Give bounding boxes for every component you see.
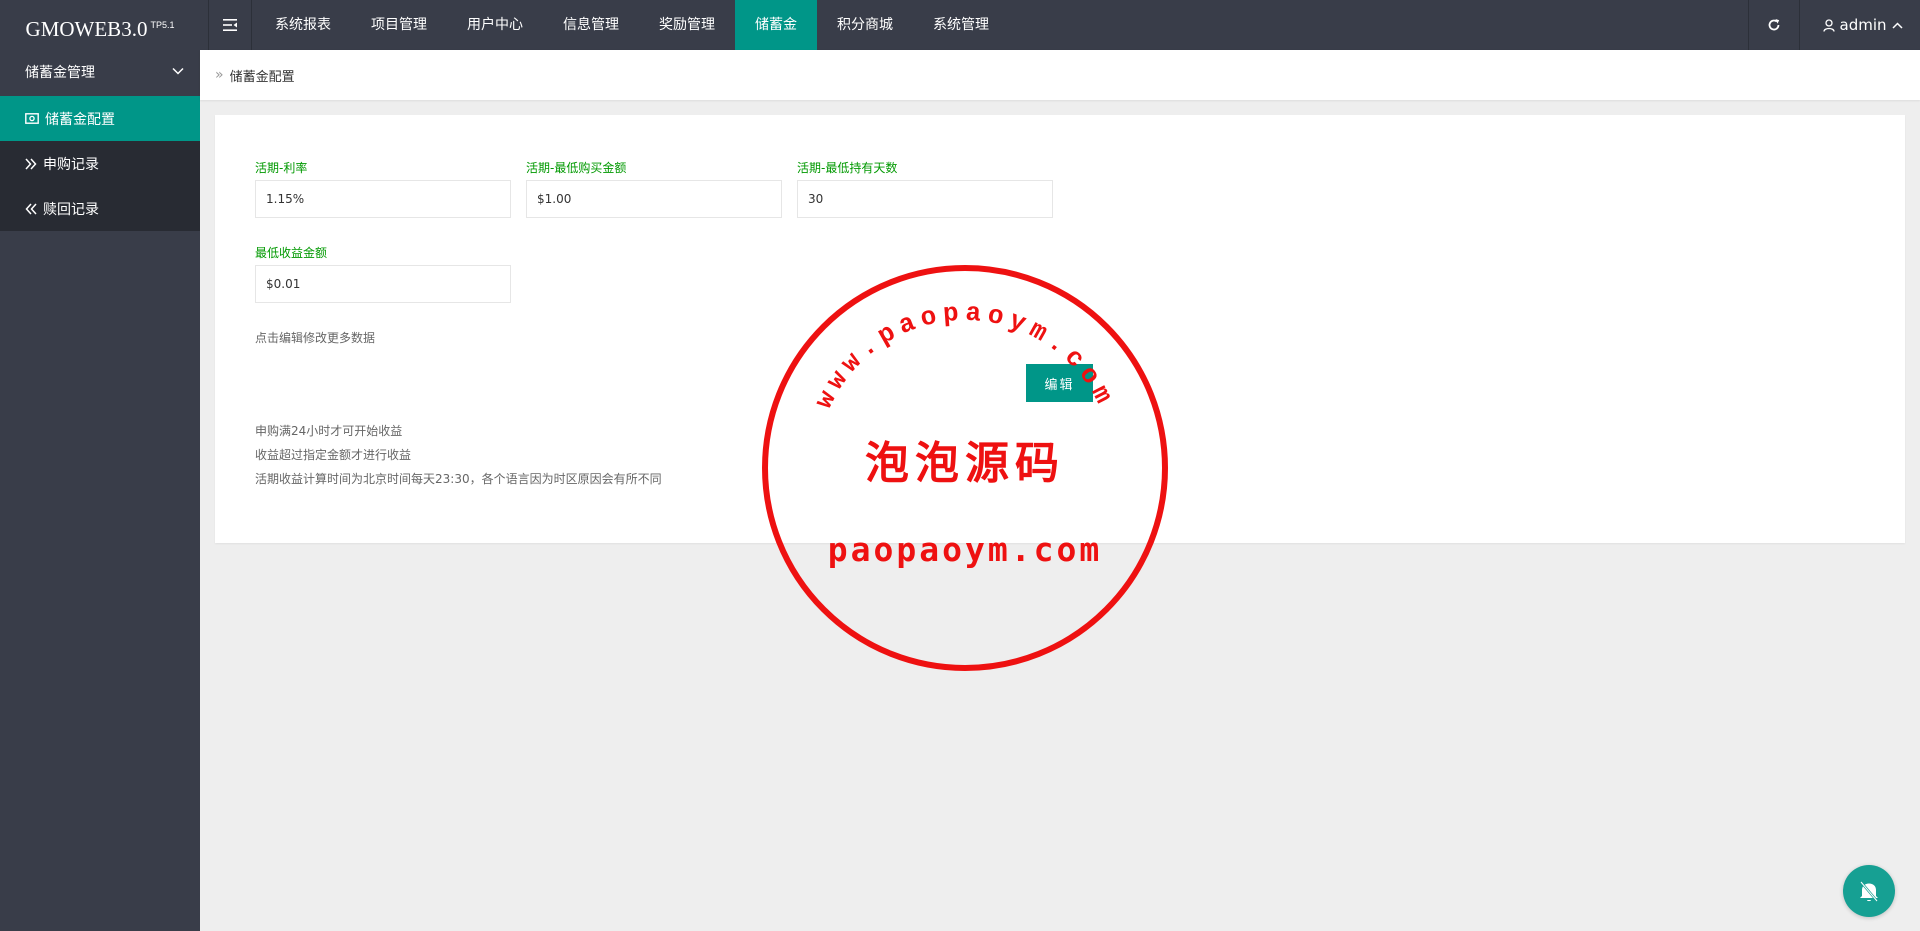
top-nav: 系统报表 项目管理 用户中心 信息管理 奖励管理 储蓄金 积分商城 系统管理 (255, 0, 1009, 50)
sidebar-item-savings-config[interactable]: 储蓄金配置 (0, 96, 200, 141)
username: admin (1839, 16, 1887, 34)
nav-points-mall[interactable]: 积分商城 (817, 0, 913, 50)
note-item: 收益超过指定金额才进行收益 (255, 448, 412, 462)
double-chevron-right-icon: » (215, 67, 224, 83)
user-icon (1822, 18, 1835, 32)
bell-off-icon (1860, 881, 1878, 902)
sidebar-item-label: 赎回记录 (43, 201, 99, 218)
nav-projects[interactable]: 项目管理 (351, 0, 447, 50)
note-item: 申购满24小时才可开始收益 (255, 424, 403, 438)
note-item: 活期收益计算时间为北京时间每天23:30，各个语言因为时区原因会有所不同 (255, 472, 662, 486)
edit-hint: 点击编辑修改更多数据 (255, 331, 376, 345)
breadcrumb-current[interactable]: 储蓄金配置 (230, 66, 295, 85)
chevron-up-icon (1891, 21, 1903, 29)
sidebar-submenu: 储蓄金配置 申购记录 赎回记录 (0, 96, 200, 231)
min-amount-field-group: 活期-最低购买金额 (526, 160, 782, 218)
stamp-bottom-text: paopaoym.com (828, 530, 1102, 569)
min-income-field-group: 最低收益金额 (255, 245, 511, 303)
sidebar-item-redeem-records[interactable]: 赎回记录 (0, 186, 200, 231)
logo-version: TP5.1 (150, 20, 175, 30)
nav-reports[interactable]: 系统报表 (255, 0, 351, 50)
min-amount-input[interactable] (526, 180, 782, 218)
min-days-input[interactable] (797, 180, 1053, 218)
sidebar: 储蓄金管理 储蓄金配置 申购记录 赎回记录 (0, 50, 200, 931)
sidebar-group-label: 储蓄金管理 (25, 65, 95, 81)
breadcrumb: » 储蓄金配置 (200, 50, 1920, 100)
nav-system[interactable]: 系统管理 (913, 0, 1009, 50)
refresh-icon (1768, 19, 1780, 31)
min-amount-label: 活期-最低购买金额 (526, 161, 627, 175)
float-notify-button[interactable] (1843, 865, 1895, 917)
min-income-label: 最低收益金额 (255, 246, 328, 260)
sidebar-item-label: 储蓄金配置 (45, 111, 115, 128)
refresh-button[interactable] (1748, 0, 1800, 50)
rate-field-group: 活期-利率 (255, 160, 511, 218)
min-days-label: 活期-最低持有天数 (797, 161, 898, 175)
sidebar-item-label: 申购记录 (43, 156, 99, 173)
sidebar-group-savings[interactable]: 储蓄金管理 (0, 50, 200, 96)
rate-input[interactable] (255, 180, 511, 218)
notes-list: 申购满24小时才可开始收益 收益超过指定金额才进行收益 活期收益计算时间为北京时… (255, 419, 662, 491)
nav-users[interactable]: 用户中心 (447, 0, 543, 50)
money-icon (25, 113, 39, 124)
chevron-down-icon (172, 67, 184, 75)
stamp-arc-text: www.paopaoym.com (809, 298, 1121, 414)
app-logo[interactable]: GMOWEB3.0 TP5.1 (0, 0, 200, 50)
double-chevron-left-icon (25, 202, 37, 215)
nav-rewards[interactable]: 奖励管理 (639, 0, 735, 50)
stamp-center-text: 泡泡源码 (865, 438, 1065, 489)
double-chevron-right-icon (25, 157, 37, 170)
menu-toggle-button[interactable] (208, 0, 252, 50)
rate-label: 活期-利率 (255, 161, 308, 175)
nav-savings[interactable]: 储蓄金 (735, 0, 817, 50)
user-menu[interactable]: admin (1805, 0, 1920, 50)
sidebar-item-purchase-records[interactable]: 申购记录 (0, 141, 200, 186)
top-header: GMOWEB3.0 TP5.1 系统报表 项目管理 用户中心 信息管理 奖励管理 … (0, 0, 1920, 50)
menu-indent-icon (223, 19, 237, 31)
logo-text: GMOWEB3.0 (25, 17, 148, 41)
min-income-input[interactable] (255, 265, 511, 303)
nav-info[interactable]: 信息管理 (543, 0, 639, 50)
min-days-field-group: 活期-最低持有天数 (797, 160, 1053, 218)
watermark-stamp: www.paopaoym.com 泡泡源码 paopaoym.com (762, 265, 1168, 671)
